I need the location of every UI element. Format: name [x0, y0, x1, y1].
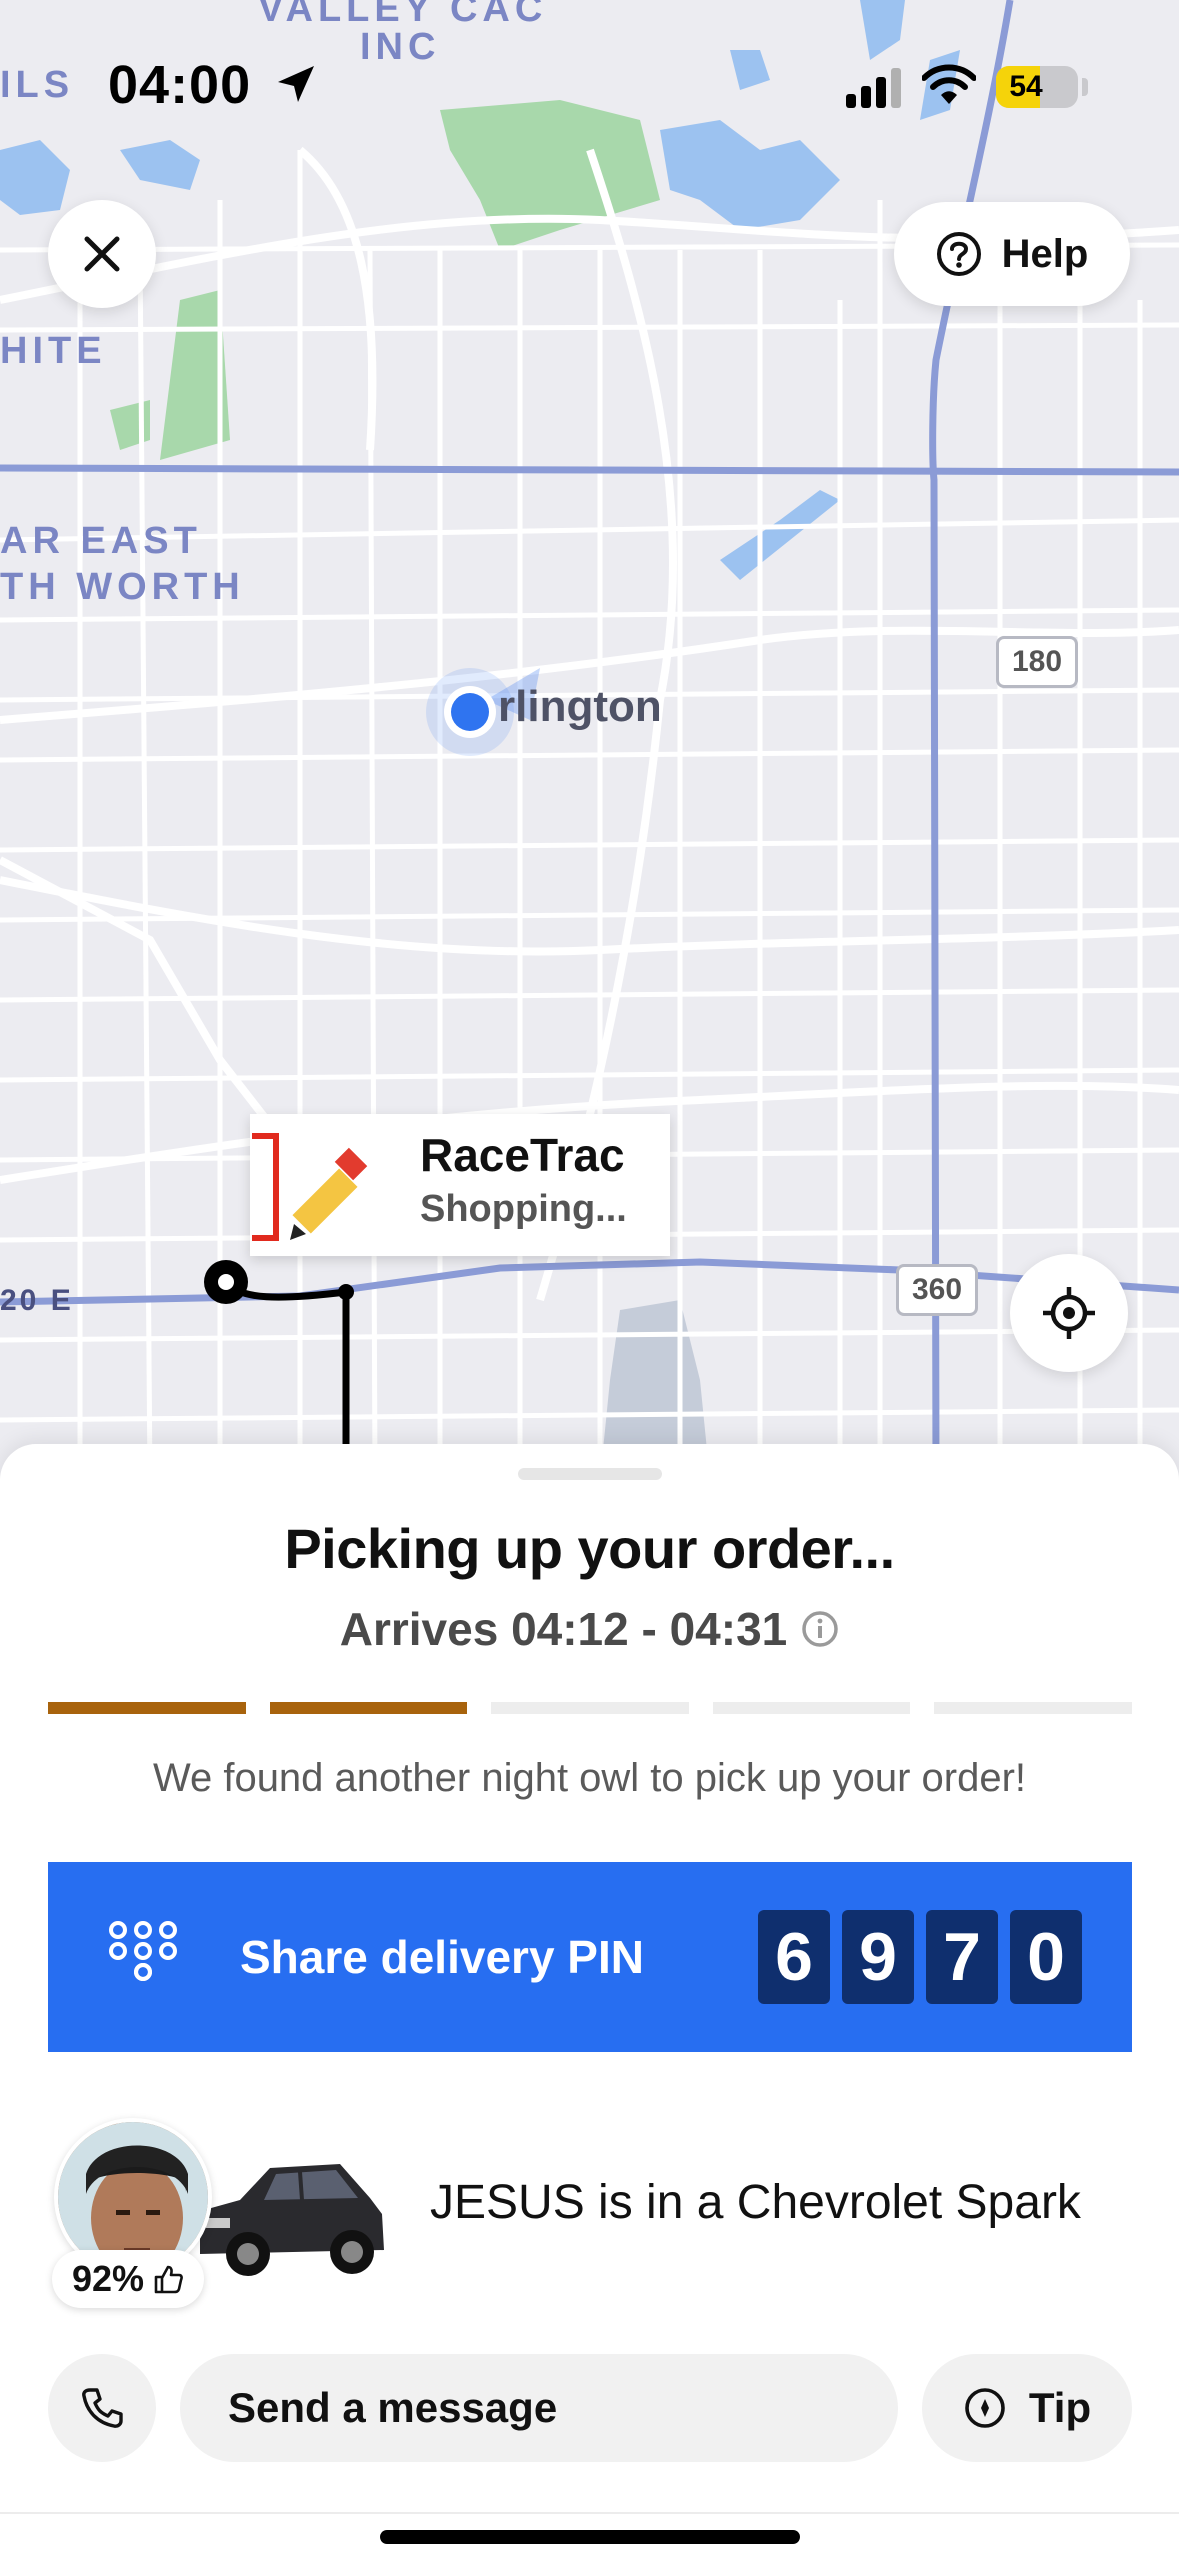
pin-digit: 7 [926, 1910, 998, 2004]
store-status: Shopping... [420, 1188, 627, 1230]
highway-shield: 180 [996, 636, 1078, 688]
progress-segment [48, 1702, 246, 1714]
pin-digit: 0 [1010, 1910, 1082, 2004]
location-arrow-icon [278, 66, 314, 102]
sheet-drag-handle[interactable] [518, 1468, 662, 1480]
driver-rating: 92% [52, 2250, 205, 2308]
tip-plus-icon [965, 2388, 1005, 2428]
progress-segment [934, 1702, 1132, 1714]
store-shopping-icon [252, 1133, 368, 1241]
map-area-label: HITE [0, 330, 107, 372]
help-label: Help [1001, 231, 1089, 276]
store-card[interactable]: RaceTrac Shopping... [250, 1114, 670, 1256]
map-view[interactable]: VALLEY CAC INC ILS HITE AR EAST TH WORTH… [0, 0, 1179, 1480]
highway-shield: 360 [896, 1264, 978, 1316]
recenter-button[interactable] [1010, 1254, 1128, 1372]
progress-segment [712, 1702, 911, 1714]
home-indicator[interactable] [380, 2530, 800, 2544]
call-button[interactable] [48, 2354, 156, 2462]
store-name: RaceTrac [420, 1129, 625, 1181]
order-progress-bar [48, 1702, 1132, 1714]
thumbs-up-icon [154, 2265, 183, 2294]
info-icon[interactable] [801, 1610, 839, 1648]
contact-actions: Send a message Tip [0, 2354, 1179, 2464]
pin-digit: 6 [758, 1910, 830, 2004]
tip-label: Tip [1028, 2384, 1092, 2431]
battery-icon: 54 [996, 66, 1078, 108]
city-label: rlington [498, 682, 662, 731]
send-message-label: Send a message [228, 2384, 558, 2431]
map-area-label: TH WORTH [0, 566, 245, 608]
status-bar: 04:00 54 [0, 0, 1179, 170]
driver-info[interactable]: 92% JESUS is in a Chevrolet Spark [0, 2108, 1179, 2308]
progress-segment [269, 1702, 468, 1714]
close-button[interactable] [48, 200, 156, 308]
locate-crosshair-icon [1043, 1287, 1095, 1339]
phone-icon [82, 2388, 123, 2428]
battery-nub [1082, 78, 1088, 96]
cellular-signal-icon [846, 68, 901, 108]
share-pin-label: Share delivery PIN [240, 1931, 644, 1983]
wifi-icon [922, 64, 976, 104]
close-icon [84, 236, 120, 272]
help-button[interactable]: Help [894, 202, 1130, 306]
pin-digits: 6 9 7 0 [758, 1910, 1082, 2004]
map-area-label: AR EAST [0, 520, 202, 562]
pin-digit: 9 [842, 1910, 914, 2004]
battery-percent: 54 [1009, 70, 1043, 103]
divider [0, 2512, 1179, 2514]
keypad-icon [109, 1921, 177, 1981]
eta-text: Arrives 04:12 - 04:31 [339, 1603, 788, 1655]
question-circle-icon [936, 232, 981, 276]
car-image [200, 2164, 384, 2276]
driver-rating-value: 92% [72, 2258, 145, 2299]
order-status-title: Picking up your order... [284, 1517, 895, 1580]
send-message-button[interactable]: Send a message [180, 2354, 898, 2462]
order-status-message: We found another night owl to pick up yo… [152, 1756, 1027, 1800]
tip-button[interactable]: Tip [922, 2354, 1132, 2462]
eta-row: Arrives 04:12 - 04:31 [0, 1602, 1179, 1656]
map-road-label: 20 E [0, 1284, 74, 1317]
progress-segment [491, 1702, 689, 1714]
share-delivery-pin-button[interactable]: Share delivery PIN 6 9 7 0 [48, 1862, 1132, 2052]
order-status-sheet: Picking up your order... Arrives 04:12 -… [0, 1444, 1179, 2556]
status-time: 04:00 [108, 55, 252, 115]
driver-vehicle-text: JESUS is in a Chevrolet Spark [430, 2176, 1081, 2229]
